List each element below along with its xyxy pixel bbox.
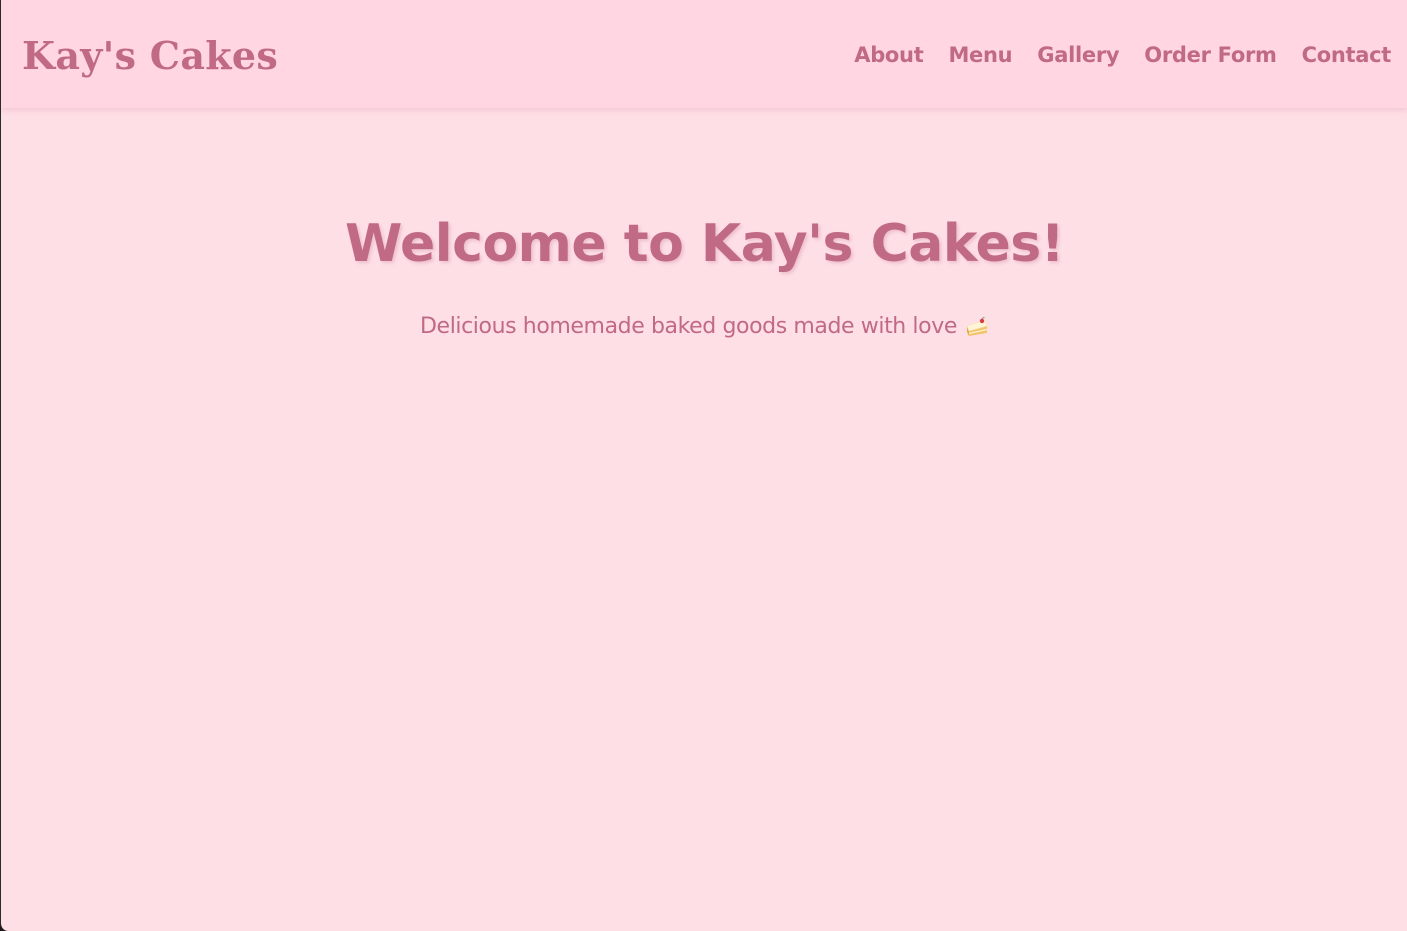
nav-link-about[interactable]: About [854, 43, 924, 67]
hero-section: Welcome to Kay's Cakes! Delicious homema… [1, 212, 1407, 339]
site-logo[interactable]: Kay's Cakes [22, 33, 278, 78]
main-nav: About Menu Gallery Order Form Contact [854, 43, 1391, 67]
nav-link-order-form[interactable]: Order Form [1144, 43, 1277, 67]
hero-title: Welcome to Kay's Cakes! [345, 214, 1064, 274]
hero-subtitle-text: Delicious homemade baked goods made with… [420, 314, 957, 339]
site-header: Kay's Cakes About Menu Gallery Order For… [1, 0, 1407, 108]
nav-link-gallery[interactable]: Gallery [1037, 43, 1119, 67]
hero-subtitle: Delicious homemade baked goods made with… [420, 314, 989, 339]
nav-link-menu[interactable]: Menu [948, 43, 1012, 67]
cake-slice-icon [965, 316, 989, 337]
nav-link-contact[interactable]: Contact [1302, 43, 1392, 67]
page: Kay's Cakes About Menu Gallery Order For… [0, 0, 1407, 931]
